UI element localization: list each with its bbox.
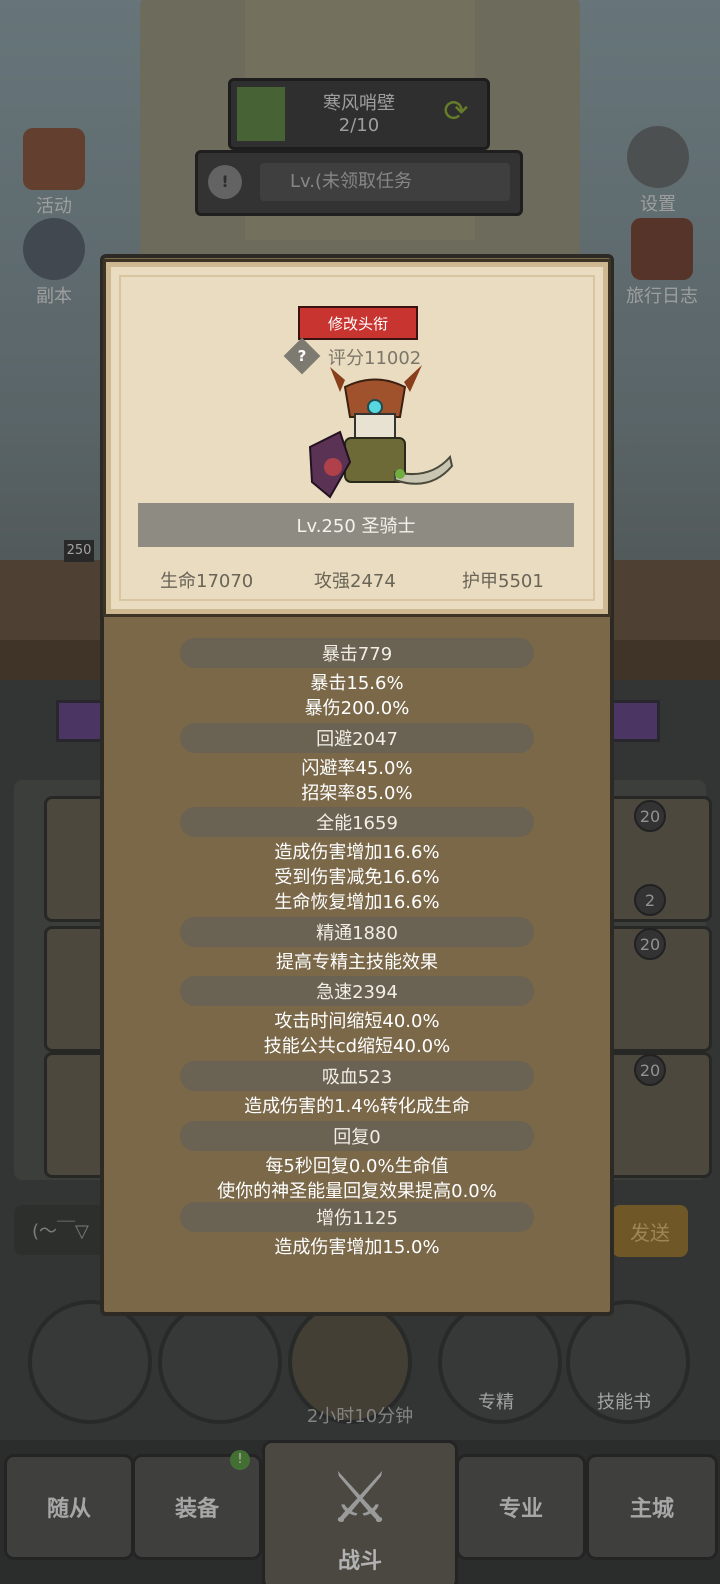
- hero-portrait: [308, 365, 454, 499]
- stat-header-regen: 回复0: [180, 1121, 534, 1151]
- stat-line: 技能公共cd缩短40.0%: [263, 1036, 451, 1057]
- stat-line: 攻击时间缩短40.0%: [274, 1011, 440, 1032]
- stat-line: 造成伤害增加16.6%: [274, 842, 440, 863]
- stat-line: 闪避率45.0%: [301, 758, 413, 779]
- hp-stat: 生命17070: [160, 571, 254, 592]
- stat-header-versatility: 全能1659: [180, 807, 534, 837]
- stat-line: 暴伤200.0%: [304, 698, 410, 719]
- stat-line: 暴击15.6%: [310, 673, 404, 694]
- stat-header-avoidance: 回避2047: [180, 723, 534, 753]
- stat-line: 受到伤害减免16.6%: [274, 867, 440, 888]
- attack-stat: 攻强2474: [314, 571, 396, 592]
- stat-line: 生命恢复增加16.6%: [274, 892, 440, 913]
- stat-header-leech: 吸血523: [180, 1061, 534, 1091]
- hero-name-bar: Lv.250 圣骑士: [138, 503, 574, 547]
- stat-header-damage-increase: 增伤1125: [180, 1202, 534, 1232]
- stat-line: 造成伤害增加15.0%: [274, 1237, 440, 1258]
- stat-header-mastery: 精通1880: [180, 917, 534, 947]
- stat-header-crit: 暴击779: [180, 638, 534, 668]
- stat-line: 提高专精主技能效果: [276, 952, 438, 973]
- stat-header-haste: 急速2394: [180, 976, 534, 1006]
- stat-line: 造成伤害的1.4%转化成生命: [244, 1096, 470, 1117]
- stat-line: 使你的神圣能量回复效果提高0.0%: [217, 1181, 497, 1202]
- armor-stat: 护甲5501: [462, 571, 544, 592]
- change-title-button[interactable]: 修改头衔: [298, 306, 418, 340]
- stat-line: 招架率85.0%: [301, 783, 413, 804]
- stat-line: 每5秒回复0.0%生命值: [265, 1156, 449, 1177]
